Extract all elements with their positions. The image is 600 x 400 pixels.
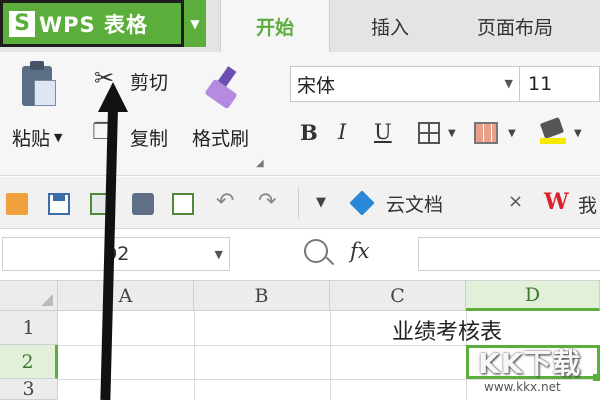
tab-home[interactable]: 开始 bbox=[220, 0, 330, 52]
cloud-doc-tab[interactable]: 云文档 bbox=[349, 185, 530, 221]
border-dropdown-icon[interactable]: ▼ bbox=[448, 128, 456, 139]
cut-label: 剪切 bbox=[130, 72, 169, 94]
app-name: WPS 表格 bbox=[39, 12, 148, 37]
cloud-doc-label: 云文档 bbox=[386, 193, 444, 216]
fill-color-dropdown-icon[interactable]: ▼ bbox=[574, 128, 582, 139]
select-all-corner[interactable] bbox=[0, 281, 58, 311]
app-menu-button[interactable]: S WPS 表格 bbox=[0, 0, 184, 47]
formula-input[interactable] bbox=[418, 237, 600, 271]
font-size-select[interactable]: 11 bbox=[520, 66, 600, 102]
open-icon[interactable] bbox=[6, 193, 28, 215]
tab-page-layout[interactable]: 页面布局 bbox=[455, 0, 575, 52]
fill-color-icon[interactable] bbox=[539, 117, 566, 144]
column-header-a[interactable]: A bbox=[58, 281, 194, 311]
paste-button[interactable]: 粘贴 ▼ bbox=[12, 124, 62, 151]
paste-label: 粘贴 bbox=[12, 128, 51, 150]
save-icon[interactable] bbox=[48, 193, 70, 215]
font-size-value: 11 bbox=[528, 73, 553, 95]
watermark-url: www.kkx.net bbox=[484, 380, 561, 394]
cell-style-icon[interactable] bbox=[474, 122, 498, 144]
watermark-logo: KK下载 bbox=[478, 347, 582, 380]
cut-button[interactable]: 剪切 bbox=[130, 68, 168, 95]
bold-button[interactable]: B bbox=[300, 120, 318, 145]
app-menu-dropdown-icon[interactable]: ▼ bbox=[184, 0, 206, 47]
redo-icon[interactable]: ↷ bbox=[258, 189, 276, 214]
border-icon[interactable] bbox=[418, 122, 440, 144]
grid-line bbox=[330, 311, 331, 400]
grid-line bbox=[194, 311, 195, 400]
toolbar-more-icon[interactable]: ▼ bbox=[316, 195, 326, 210]
ribbon: 粘贴 ▼ ✂ 剪切 ❐ 复制 格式刷 ◢ 宋体 ▼ 11 B I U ▼ ▼ ▼ bbox=[0, 52, 600, 176]
preview-icon[interactable] bbox=[172, 193, 194, 215]
zoom-icon[interactable] bbox=[304, 239, 328, 263]
undo-icon[interactable]: ↶ bbox=[216, 189, 234, 214]
toolbar-divider bbox=[298, 187, 299, 219]
insert-function-icon[interactable]: fx bbox=[350, 239, 370, 263]
close-icon[interactable]: × bbox=[508, 191, 523, 212]
title-bar: S WPS 表格 ▼ 开始 插入 页面布局 bbox=[0, 0, 600, 52]
name-box[interactable]: D2 ▼ bbox=[2, 237, 230, 271]
format-painter-button[interactable]: 格式刷 bbox=[192, 124, 249, 151]
column-header-b[interactable]: B bbox=[194, 281, 330, 311]
chevron-down-icon: ▼ bbox=[214, 248, 223, 261]
quick-access-toolbar: ↶ ↷ ▼ 云文档 × W 我 bbox=[0, 177, 600, 229]
wps-brand-icon[interactable]: W bbox=[544, 189, 569, 215]
wps-logo-icon: S bbox=[9, 10, 35, 37]
copy-label: 复制 bbox=[130, 128, 169, 150]
annotation-arrow-head bbox=[98, 82, 128, 112]
row-header-1[interactable]: 1 bbox=[0, 311, 58, 345]
tab-insert[interactable]: 插入 bbox=[340, 0, 440, 52]
row-header-2[interactable]: 2 bbox=[0, 345, 58, 379]
column-header-c[interactable]: C bbox=[330, 281, 466, 311]
row-header-3[interactable]: 3 bbox=[0, 378, 58, 400]
clipboard-dialog-launcher-icon[interactable]: ◢ bbox=[256, 158, 264, 169]
paste-dropdown-icon[interactable]: ▼ bbox=[54, 131, 62, 144]
print-icon[interactable] bbox=[132, 193, 154, 215]
underline-button[interactable]: U bbox=[374, 120, 392, 144]
copy-button[interactable]: 复制 bbox=[130, 124, 168, 151]
italic-button[interactable]: I bbox=[338, 120, 346, 144]
font-name-value: 宋体 bbox=[297, 74, 336, 97]
watermark: KK下载 www.kkx.net bbox=[470, 340, 600, 400]
format-painter-label: 格式刷 bbox=[192, 128, 250, 150]
format-painter-icon[interactable] bbox=[204, 66, 241, 110]
cloud-doc-icon bbox=[349, 190, 375, 216]
chevron-down-icon: ▼ bbox=[504, 77, 513, 90]
column-header-d[interactable]: D bbox=[466, 281, 600, 311]
font-name-select[interactable]: 宋体 ▼ bbox=[290, 66, 520, 102]
formula-bar: D2 ▼ fx bbox=[0, 229, 600, 281]
wps-tab-partial-label[interactable]: 我 bbox=[578, 191, 597, 218]
paste-icon[interactable] bbox=[22, 61, 56, 106]
cell-style-dropdown-icon[interactable]: ▼ bbox=[508, 128, 516, 139]
